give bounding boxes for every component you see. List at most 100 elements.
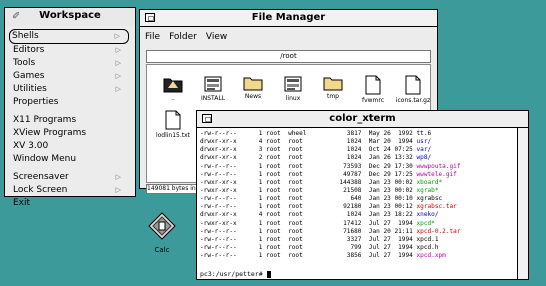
menu-item-tools[interactable]: Tools ▷ bbox=[11, 57, 129, 70]
menu-item-xv-3-00[interactable]: XV 3.00 bbox=[11, 140, 129, 153]
terminal-field-u: root bbox=[266, 178, 285, 186]
terminal-field-date: Oct 24 07:25 bbox=[365, 146, 413, 154]
terminal-field-size: 21508 bbox=[335, 186, 362, 194]
terminal-field-date: Jul 27 1994 bbox=[365, 252, 413, 260]
menu-item-screensaver[interactable]: Screensaver ▷ bbox=[11, 171, 129, 184]
submenu-arrow-icon: ▷ bbox=[114, 32, 120, 40]
calc-desktop-icon[interactable]: Calc bbox=[142, 212, 182, 254]
file-item-news[interactable]: News bbox=[233, 75, 273, 100]
menu-item-properties[interactable]: Properties bbox=[11, 96, 129, 109]
terminal-prompt[interactable]: pc3:/usr/petter# bbox=[200, 270, 271, 278]
workspace-titlebar[interactable]: ✐ Workspace bbox=[5, 8, 135, 26]
terminal-filename: xpcd.1 bbox=[416, 235, 439, 243]
terminal-field-u: root bbox=[266, 170, 285, 178]
terminal-field-n: 1 bbox=[240, 235, 263, 243]
terminal-field-size: 3856 bbox=[335, 252, 362, 260]
terminal-output[interactable]: -rw-r--r-- 1 root wheel 3817 May 26 1992… bbox=[200, 130, 516, 260]
file-item-install[interactable]: INSTALL bbox=[193, 75, 233, 102]
terminal-line: -rw-r--r-- 1 root wheel 3817 May 26 1992… bbox=[200, 130, 516, 138]
terminal-field-perm: -rw-r--r-- bbox=[200, 227, 237, 235]
terminal-field-g: root bbox=[288, 227, 333, 235]
terminal-line: -rwxr-xr-x 1 root root 144388 Jan 23 00:… bbox=[200, 179, 516, 187]
scrollbar[interactable] bbox=[517, 128, 528, 279]
terminal-field-size: 1024 bbox=[335, 146, 362, 154]
menu-item-window-menu[interactable]: Window Menu bbox=[11, 153, 129, 166]
terminal-field-perm: -rwxr-xr-x bbox=[200, 186, 237, 194]
terminal-field-size: 92180 bbox=[335, 203, 362, 211]
terminal-line: drwxr-xr-x 3 root root 1024 Oct 24 07:25… bbox=[200, 146, 516, 154]
terminal-line: drwxr-xr-x 4 root root 1024 Mar 20 1994 … bbox=[200, 138, 516, 146]
terminal-field-size: 1024 bbox=[335, 154, 362, 162]
terminal-field-date: Jan 23 00:02 bbox=[365, 178, 413, 186]
terminal-field-date: May 26 1992 bbox=[365, 130, 413, 137]
terminal-field-date: Jan 20 21:11 bbox=[365, 227, 413, 235]
terminal-field-u: root bbox=[266, 243, 285, 251]
menu-item-x11-programs[interactable]: X11 Programs bbox=[11, 114, 129, 127]
calc-label: Calc bbox=[154, 246, 170, 254]
terminal-field-size: 17412 bbox=[335, 219, 362, 227]
file-item--[interactable]: .. bbox=[153, 75, 193, 102]
terminal-filename: usr/ bbox=[416, 138, 432, 146]
terminal-field-g: root bbox=[288, 146, 333, 154]
terminal-field-perm: -rw-r--r-- bbox=[200, 170, 237, 178]
file-item-lodlin15-txt[interactable]: lodlin15.txt bbox=[153, 110, 193, 139]
file-icon bbox=[353, 75, 393, 95]
file-label: lodlin15.txt bbox=[155, 132, 191, 139]
menu-item-label: Lock Screen bbox=[13, 185, 68, 195]
terminal-field-u: root bbox=[266, 146, 285, 154]
document-icon bbox=[193, 75, 233, 93]
terminal-field-date: Dec 29 17:25 bbox=[365, 170, 413, 178]
terminal-line: -rw-r--r-- 1 root root 3327 Jul 27 1994 … bbox=[200, 236, 516, 244]
terminal-field-perm: drwxr-xr-x bbox=[200, 146, 237, 154]
menu-item-exit[interactable]: Exit bbox=[11, 197, 129, 210]
file-item-icons-tar-gz[interactable]: icons.tar.gz bbox=[393, 75, 430, 104]
menu-folder[interactable]: Folder bbox=[169, 32, 197, 42]
menu-item-xview-programs[interactable]: XView Programs bbox=[11, 127, 129, 140]
menu-view[interactable]: View bbox=[206, 32, 227, 42]
file-item-fvwmrc[interactable]: fvwmrc bbox=[353, 75, 393, 104]
terminal-field-u: root bbox=[266, 211, 285, 219]
terminal-field-date: Jan 23 18:22 bbox=[365, 211, 413, 219]
terminal-filename: xgrab* bbox=[416, 186, 439, 194]
menu-item-lock-screen[interactable]: Lock Screen ▷ bbox=[11, 184, 129, 197]
terminal-filename: var/ bbox=[416, 146, 432, 154]
submenu-arrow-icon: ▷ bbox=[115, 46, 121, 54]
submenu-arrow-icon: ▷ bbox=[115, 85, 121, 93]
file-manager-titlebar[interactable]: File Manager bbox=[140, 10, 437, 27]
submenu-arrow-icon: ▷ bbox=[115, 173, 121, 181]
terminal-field-n: 1 bbox=[240, 186, 263, 194]
terminal-field-perm: -rw-r--r-- bbox=[200, 203, 237, 211]
workspace-title: Workspace bbox=[39, 10, 101, 21]
terminal-line: -rw-r--r-- 1 root root 71680 Jan 20 21:1… bbox=[200, 228, 516, 236]
menu-item-label: Utilities bbox=[13, 84, 47, 94]
file-label: .. bbox=[171, 95, 175, 102]
terminal-line: -rwxr-xr-x 1 root root 21508 Jan 23 00:0… bbox=[200, 187, 516, 195]
terminal-field-n: 1 bbox=[240, 252, 263, 260]
file-label: linux bbox=[285, 95, 301, 102]
xterm-titlebar[interactable]: color_xterm bbox=[197, 111, 528, 128]
terminal-field-n: 2 bbox=[240, 154, 263, 162]
terminal-field-g: root bbox=[288, 252, 333, 260]
menu-item-shells[interactable]: Shells ▷ bbox=[9, 29, 129, 44]
terminal-field-g: root bbox=[288, 162, 333, 170]
terminal-field-n: 1 bbox=[240, 227, 263, 235]
menu-item-label: Exit bbox=[13, 198, 31, 208]
menu-item-games[interactable]: Games ▷ bbox=[11, 70, 129, 83]
menu-item-utilities[interactable]: Utilities ▷ bbox=[11, 83, 129, 96]
color-xterm-window: color_xterm -rw-r--r-- 1 root wheel 3817… bbox=[196, 110, 529, 280]
terminal-field-u: root bbox=[266, 235, 285, 243]
menu-item-label: Shells bbox=[12, 31, 39, 41]
terminal-field-date: Jul 27 1994 bbox=[365, 219, 413, 227]
parent-folder-icon bbox=[153, 75, 193, 93]
file-label: INSTALL bbox=[200, 95, 226, 102]
path-field[interactable]: /root bbox=[146, 50, 431, 63]
terminal-field-perm: -rw-r--r-- bbox=[200, 252, 237, 260]
menu-item-editors[interactable]: Editors ▷ bbox=[11, 44, 129, 57]
terminal-field-g: root bbox=[288, 154, 333, 162]
file-item-tmp[interactable]: tmp bbox=[313, 75, 353, 100]
terminal-field-g: wheel bbox=[288, 130, 333, 137]
file-item-linux[interactable]: linux bbox=[273, 75, 313, 102]
folder-icon bbox=[313, 75, 353, 91]
terminal-field-n: 1 bbox=[240, 162, 263, 170]
menu-file[interactable]: File bbox=[145, 32, 160, 42]
